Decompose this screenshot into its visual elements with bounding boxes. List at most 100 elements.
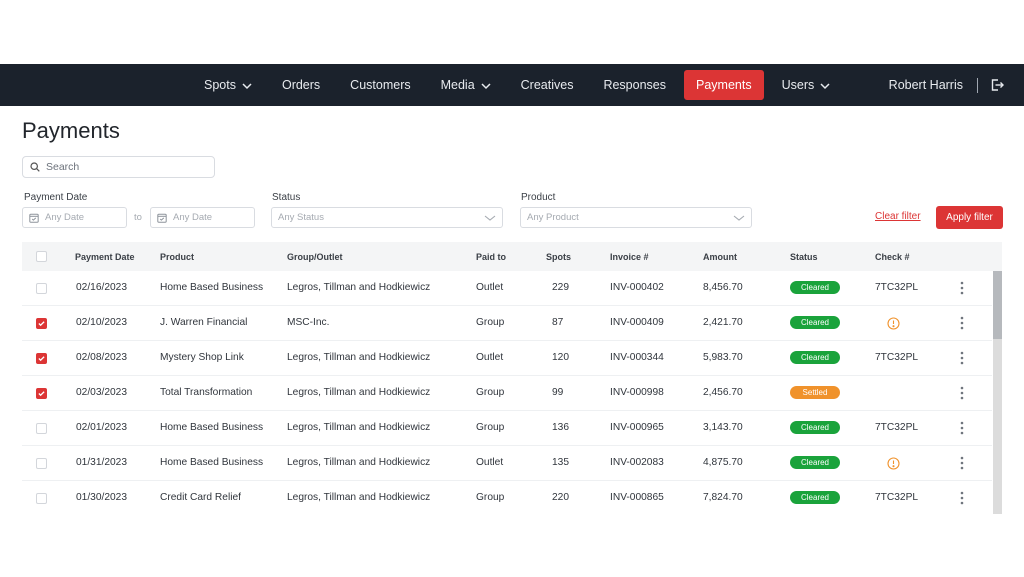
search-box[interactable]	[22, 156, 215, 178]
select-all-checkbox[interactable]	[36, 251, 47, 262]
row-checkbox[interactable]	[36, 388, 47, 399]
page-title: Payments	[22, 118, 120, 143]
nav-item-responses[interactable]: Responses	[591, 70, 678, 100]
nav-item-label: Responses	[603, 78, 666, 92]
status-badge: Cleared	[790, 351, 840, 364]
row-checkbox[interactable]	[36, 283, 47, 294]
chevron-down-icon	[820, 80, 830, 90]
cell-spots: 135	[552, 457, 569, 468]
row-checkbox[interactable]	[36, 353, 47, 364]
table-row[interactable]: 02/01/2023 Home Based Business Legros, Til…	[22, 411, 992, 446]
row-actions-kebab-icon[interactable]	[960, 420, 964, 436]
status-badge: Cleared	[790, 316, 840, 329]
cell-paid-to: Group	[476, 422, 505, 433]
cell-check-number: 7TC32PL	[875, 282, 919, 293]
date-to-input[interactable]: Any Date	[150, 207, 255, 228]
nav-item-label: Users	[781, 78, 815, 92]
cell-invoice: INV-000409	[610, 317, 664, 328]
cell-payment-date: 01/30/2023	[76, 492, 127, 503]
col-status[interactable]: Status	[790, 252, 818, 262]
row-checkbox[interactable]	[36, 458, 47, 469]
nav-item-users[interactable]: Users	[770, 70, 843, 100]
row-actions-kebab-icon[interactable]	[960, 280, 964, 296]
row-actions-kebab-icon[interactable]	[960, 350, 964, 366]
nav-item-payments[interactable]: Payments	[684, 70, 764, 100]
top-navbar: Spots Orders Customers Media Creatives Respon…	[0, 64, 1024, 106]
col-check[interactable]: Check #	[875, 252, 910, 262]
status-select[interactable]: Any Status	[271, 207, 503, 228]
table-row[interactable]: 01/30/2023 Credit Card Relief Legros, Till…	[22, 481, 992, 514]
cell-check-number: 7TC32PL	[875, 422, 919, 433]
cell-invoice: INV-000402	[610, 282, 664, 293]
nav-item-label: Creatives	[520, 78, 574, 92]
cell-spots: 87	[552, 317, 564, 328]
cell-spots: 120	[552, 352, 569, 363]
row-checkbox[interactable]	[36, 423, 47, 434]
cell-amount: 7,824.70	[703, 492, 743, 503]
nav-item-media[interactable]: Media	[429, 70, 503, 100]
nav-item-creatives[interactable]: Creatives	[509, 70, 586, 100]
clear-filter-link[interactable]: Clear filter	[875, 211, 921, 222]
col-amount[interactable]: Amount	[703, 252, 737, 262]
chevron-down-icon	[484, 215, 496, 221]
warning-icon[interactable]	[887, 317, 900, 330]
date-from-placeholder: Any Date	[45, 212, 85, 223]
cell-group-outlet: MSC-Inc.	[287, 317, 330, 328]
table-row[interactable]: 02/10/2023 J. Warren Financial MSC-Inc. Gro…	[22, 306, 992, 341]
table-row[interactable]: 01/31/2023 Home Based Business Legros, Til…	[22, 446, 992, 481]
status-badge: Settled	[790, 386, 840, 399]
cell-spots: 220	[552, 492, 569, 503]
col-spots[interactable]: Spots	[546, 252, 571, 262]
product-label: Product	[521, 192, 556, 203]
cell-group-outlet: Legros, Tillman and Hodkiewicz	[287, 352, 431, 363]
col-product[interactable]: Product	[160, 252, 194, 262]
status-badge: Cleared	[790, 456, 840, 469]
cell-product: Mystery Shop Link	[160, 352, 244, 363]
row-checkbox[interactable]	[36, 318, 47, 329]
cell-product: J. Warren Financial	[160, 317, 248, 328]
status-badge: Cleared	[790, 281, 840, 294]
col-paid-to[interactable]: Paid to	[476, 252, 506, 262]
chevron-down-icon	[733, 215, 745, 221]
row-actions-kebab-icon[interactable]	[960, 490, 964, 506]
date-from-input[interactable]: Any Date	[22, 207, 127, 228]
nav-item-orders[interactable]: Orders	[270, 70, 332, 100]
row-checkbox[interactable]	[36, 493, 47, 504]
user-name[interactable]: Robert Harris	[889, 78, 963, 92]
nav-item-label: Spots	[204, 78, 236, 92]
cell-group-outlet: Legros, Tillman and Hodkiewicz	[287, 492, 431, 503]
logout-icon[interactable]	[990, 78, 1004, 92]
nav-item-label: Orders	[281, 78, 321, 92]
cell-group-outlet: Legros, Tillman and Hodkiewicz	[287, 282, 431, 293]
check-icon	[38, 321, 45, 327]
cell-payment-date: 02/10/2023	[76, 317, 127, 328]
apply-filter-button[interactable]: Apply filter	[936, 206, 1003, 229]
date-to-placeholder: Any Date	[173, 212, 213, 223]
cell-product: Home Based Business	[160, 282, 264, 293]
table-row[interactable]: 02/08/2023 Mystery Shop Link Legros, Tillm…	[22, 341, 992, 376]
cell-paid-to: Group	[476, 317, 505, 328]
table-row[interactable]: 02/03/2023 Total Transformation Legros, Ti…	[22, 376, 992, 411]
table-scrollbar-thumb[interactable]	[993, 271, 1002, 339]
warning-icon[interactable]	[887, 457, 900, 470]
nav-item-spots[interactable]: Spots	[192, 70, 264, 100]
nav-item-customers[interactable]: Customers	[338, 70, 422, 100]
cell-invoice: INV-000998	[610, 387, 664, 398]
row-actions-kebab-icon[interactable]	[960, 455, 964, 471]
row-actions-kebab-icon[interactable]	[960, 315, 964, 331]
cell-invoice: INV-000865	[610, 492, 664, 503]
table-row[interactable]: 02/16/2023 Home Based Business Legros, Til…	[22, 271, 992, 306]
search-input[interactable]	[46, 161, 206, 173]
cell-invoice: INV-000344	[610, 352, 664, 363]
col-invoice[interactable]: Invoice #	[610, 252, 649, 262]
product-placeholder: Any Product	[527, 212, 579, 223]
cell-amount: 3,143.70	[703, 422, 743, 433]
cell-paid-to: Outlet	[476, 352, 504, 363]
product-select[interactable]: Any Product	[520, 207, 752, 228]
cell-product: Total Transformation	[160, 387, 253, 398]
col-group-outlet[interactable]: Group/Outlet	[287, 252, 343, 262]
cell-group-outlet: Legros, Tillman and Hodkiewicz	[287, 387, 431, 398]
col-payment-date[interactable]: Payment Date	[75, 252, 135, 262]
row-actions-kebab-icon[interactable]	[960, 385, 964, 401]
divider	[977, 77, 978, 93]
